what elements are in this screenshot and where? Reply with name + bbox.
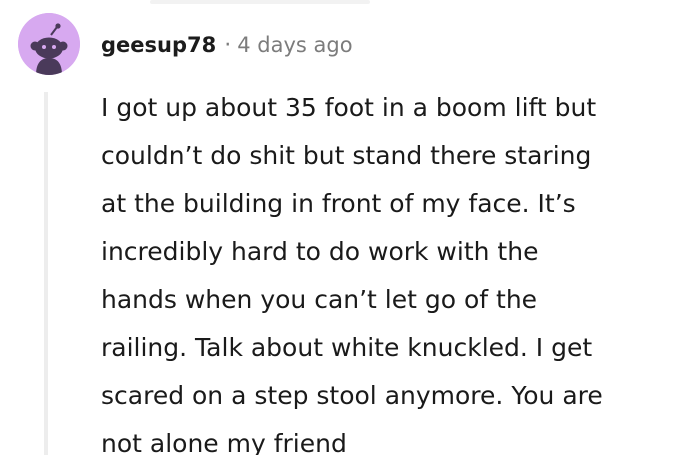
comment-text-line: hands when you can’t let go of the (101, 285, 538, 314)
comment-text-line: not alone my friend (101, 429, 347, 455)
comment-text-line: scared on a step stool anymore. You are (101, 381, 603, 410)
comment-text-line: couldn’t do shit but stand there staring (101, 141, 592, 170)
comment-card: geesup78 · 4 days ago I got up about 35 fo… (0, 0, 700, 455)
comment-timestamp[interactable]: 4 days ago (237, 33, 352, 57)
comment-body: I got up about 35 foot in a boom lift bu… (101, 84, 691, 455)
meta-separator: · (224, 33, 232, 58)
comment-meta: geesup78 · 4 days ago (101, 30, 353, 61)
previous-comment-edge (150, 0, 370, 4)
comment-text-line: incredibly hard to do work with the (101, 237, 539, 266)
comment-text-line: I got up about 35 foot in a boom lift bu… (101, 93, 597, 122)
comment-text-line: railing. Talk about white knuckled. I ge… (101, 333, 593, 362)
snoo-avatar-icon[interactable] (18, 13, 80, 75)
username-link[interactable]: geesup78 (101, 33, 216, 57)
comment-text-line: at the building in front of my face. It’… (101, 189, 576, 218)
thread-collapse-line[interactable] (44, 92, 48, 455)
